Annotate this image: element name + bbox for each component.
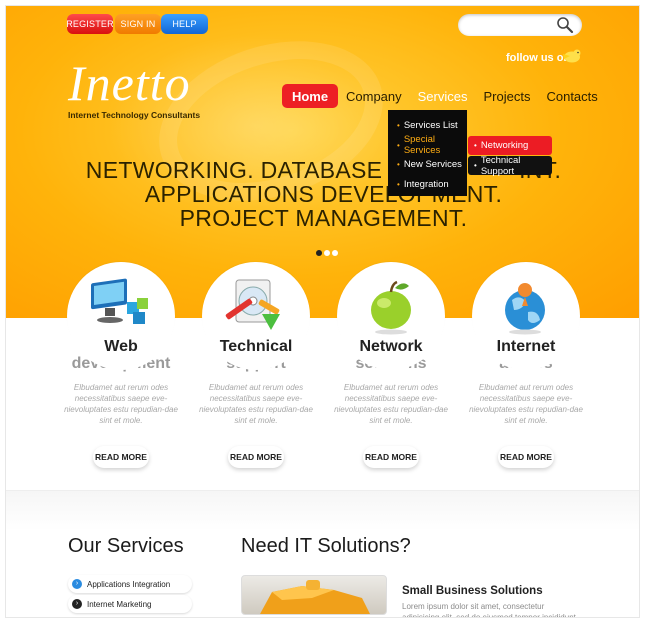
services-dropdown: • Services List • Special Services • New Se… — [388, 110, 467, 196]
help-button[interactable]: HELP — [161, 14, 208, 34]
site-tagline: Internet Technology Consultants — [68, 110, 201, 120]
site-logo[interactable]: Inetto — [68, 58, 191, 108]
apple-icon — [371, 280, 411, 335]
read-more-button[interactable]: READ MORE — [363, 446, 419, 468]
our-services-title: Our Services — [68, 535, 184, 557]
need-it-solutions-title: Need IT Solutions? — [241, 535, 411, 557]
search-icon[interactable] — [556, 16, 574, 34]
headline-line-1: NETWORKING. DATABASE MA — [85, 157, 425, 183]
globe-icon — [505, 283, 545, 335]
dropdown-item-services-list[interactable]: • Services List — [388, 116, 467, 136]
chevron-right-icon: › — [72, 599, 82, 609]
nav-item-home[interactable]: Home — [282, 84, 338, 108]
feature-title: Network — [359, 338, 423, 355]
read-more-button[interactable]: READ MORE — [498, 446, 554, 468]
search-box — [458, 14, 582, 36]
nav-item-contacts[interactable]: Contacts — [538, 84, 605, 108]
twitter-bird-icon[interactable] — [560, 47, 582, 65]
services-list: › Applications Integration › Internet Ma… — [68, 575, 192, 615]
headline-line-3: PROJECT MANAGEMENT. — [179, 205, 468, 231]
feature-description: Elbudamet aut rerum odes necessitatibus … — [334, 383, 448, 425]
solution-thumbnail[interactable] — [241, 575, 387, 615]
features-section: Web development Elbudamet aut rerum odes… — [6, 262, 639, 486]
slider-dot-3[interactable] — [332, 250, 338, 256]
register-button[interactable]: REGISTER — [66, 14, 114, 34]
dropdown-item-integration[interactable]: • Integration — [388, 175, 467, 195]
read-more-button[interactable]: READ MORE — [93, 446, 149, 468]
monitor-cubes-icon — [91, 278, 148, 324]
nav-item-company[interactable]: Company — [338, 84, 410, 108]
dropdown-item-special-services[interactable]: • Special Services — [388, 134, 467, 156]
service-item-internet-marketing[interactable]: › Internet Marketing — [68, 595, 192, 613]
read-more-button[interactable]: READ MORE — [228, 446, 284, 468]
feature-internet-access: Internet access Elbudamet aut rerum odes… — [458, 262, 594, 468]
orange-puzzle-image — [260, 580, 370, 614]
search-input[interactable] — [468, 18, 553, 32]
feature-description: Elbudamet aut rerum odes necessitatibus … — [469, 383, 583, 425]
submenu-item-technical-support[interactable]: • Technical Support — [468, 155, 552, 177]
slider-dot-1[interactable] — [316, 250, 322, 256]
special-services-submenu: • Networking • Technical Support — [468, 136, 552, 177]
dropdown-item-new-services[interactable]: • New Services — [388, 155, 467, 175]
service-item-applications-integration[interactable]: › Applications Integration — [68, 575, 192, 593]
tools-cd-icon — [225, 279, 280, 330]
nav-item-projects[interactable]: Projects — [476, 84, 539, 108]
slider-dot-2[interactable] — [324, 250, 330, 256]
chevron-right-icon: › — [72, 579, 82, 589]
main-nav: Home Company Services Projects Contacts — [282, 84, 606, 108]
signin-button[interactable]: SIGN IN — [115, 14, 161, 34]
feature-web-development: Web development Elbudamet aut rerum odes… — [53, 262, 189, 468]
feature-title: Internet — [496, 338, 556, 355]
feature-description: Elbudamet aut rerum odes necessitatibus … — [64, 383, 178, 425]
feature-title: Web — [104, 338, 138, 355]
feature-description: Elbudamet aut rerum odes necessitatibus … — [199, 383, 313, 425]
small-business-title[interactable]: Small Business Solutions — [402, 585, 543, 597]
page-frame: REGISTER SIGN IN HELP follow us on: Inet… — [5, 5, 640, 618]
slider-pagination — [316, 250, 338, 256]
feature-title: Technical — [219, 338, 293, 355]
small-business-text: Lorem ipsum dolor sit amet, consectetur … — [402, 602, 576, 618]
feature-technical-support: Technical support Elbudamet aut rerum od… — [188, 262, 324, 468]
submenu-item-networking[interactable]: • Networking — [468, 136, 552, 155]
feature-network-solutions: Network solutions Elbudamet aut rerum od… — [323, 262, 459, 468]
lower-section: Our Services Need IT Solutions? › Applic… — [6, 490, 639, 618]
nav-item-services[interactable]: Services — [410, 84, 476, 108]
